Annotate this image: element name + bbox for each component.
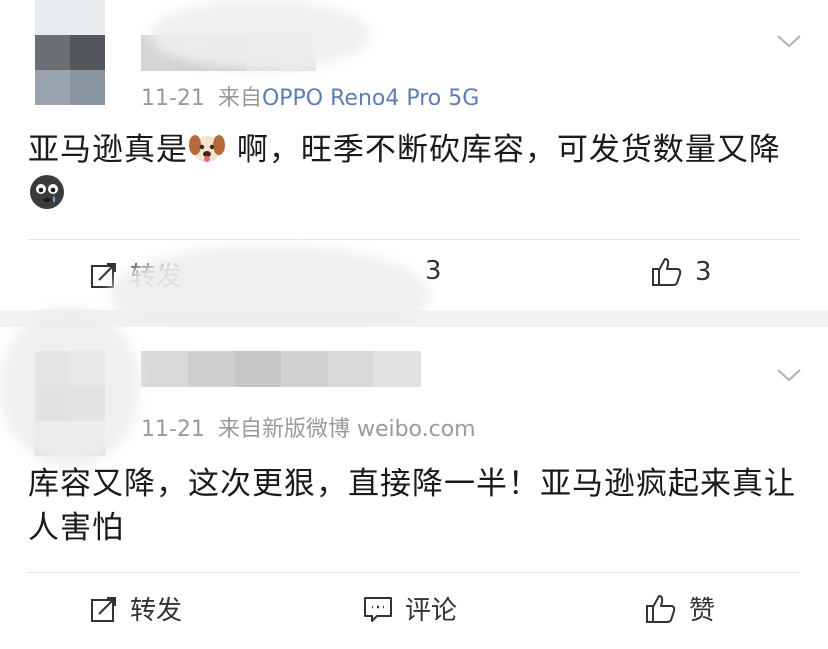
- source-prefix: 来自: [217, 417, 262, 442]
- like-button[interactable]: 3: [651, 256, 712, 288]
- crying-face-icon: [30, 175, 64, 209]
- comment-button[interactable]: 评论: [363, 590, 457, 627]
- thumbs-up-icon: [652, 258, 682, 286]
- divider: [28, 239, 800, 240]
- post-text-start: 亚马逊真是: [28, 132, 188, 168]
- divider: [28, 572, 800, 573]
- comment-count: 3: [425, 256, 442, 286]
- blur-overlay: [150, 0, 370, 70]
- chevron-down-icon[interactable]: [776, 367, 802, 383]
- like-button[interactable]: 赞: [645, 590, 715, 627]
- post-card: 11-21 来自新版微博 weibo.com 库容又降，这次更狠，直接降一半！亚…: [0, 307, 828, 649]
- chevron-down-icon[interactable]: [776, 33, 802, 49]
- dog-face-icon: [189, 135, 225, 162]
- comment-button[interactable]: 3: [425, 256, 442, 286]
- source-link[interactable]: OPPO Reno4 Pro 5G: [262, 86, 479, 111]
- avatar[interactable]: [35, 35, 105, 105]
- comment-icon: [364, 596, 392, 622]
- post-text-end: 啊，旺季不断砍库容，可发货数量又降: [226, 132, 781, 168]
- like-count: 3: [695, 257, 712, 287]
- repost-button[interactable]: 转发: [90, 590, 182, 627]
- comment-label: 评论: [405, 596, 458, 626]
- avatar-blur: [35, 0, 105, 35]
- thumbs-up-icon: [646, 594, 676, 623]
- post-card: 11-21 来自OPPO Reno4 Pro 5G 亚马逊真是 啊，旺季不断砍库…: [0, 0, 828, 345]
- post-text: 库容又降，这次更狠，直接降一半！亚马逊疯起来真让人害怕: [28, 466, 796, 546]
- post-date: 11-21: [141, 86, 205, 111]
- post-date: 11-21: [141, 417, 205, 442]
- repost-label: 转发: [130, 596, 183, 626]
- username-blurred[interactable]: [141, 351, 422, 387]
- post-text: 亚马逊真是 啊，旺季不断砍库容，可发货数量又降: [28, 128, 798, 216]
- like-label: 赞: [689, 596, 716, 626]
- post-meta: 11-21 来自OPPO Reno4 Pro 5G: [141, 80, 479, 112]
- blur-overlay: [0, 307, 140, 467]
- source-prefix: 来自: [217, 86, 262, 111]
- post-meta: 11-21 来自新版微博 weibo.com: [141, 411, 476, 443]
- repost-icon: [91, 596, 116, 622]
- source-link[interactable]: 新版微博 weibo.com: [262, 417, 476, 442]
